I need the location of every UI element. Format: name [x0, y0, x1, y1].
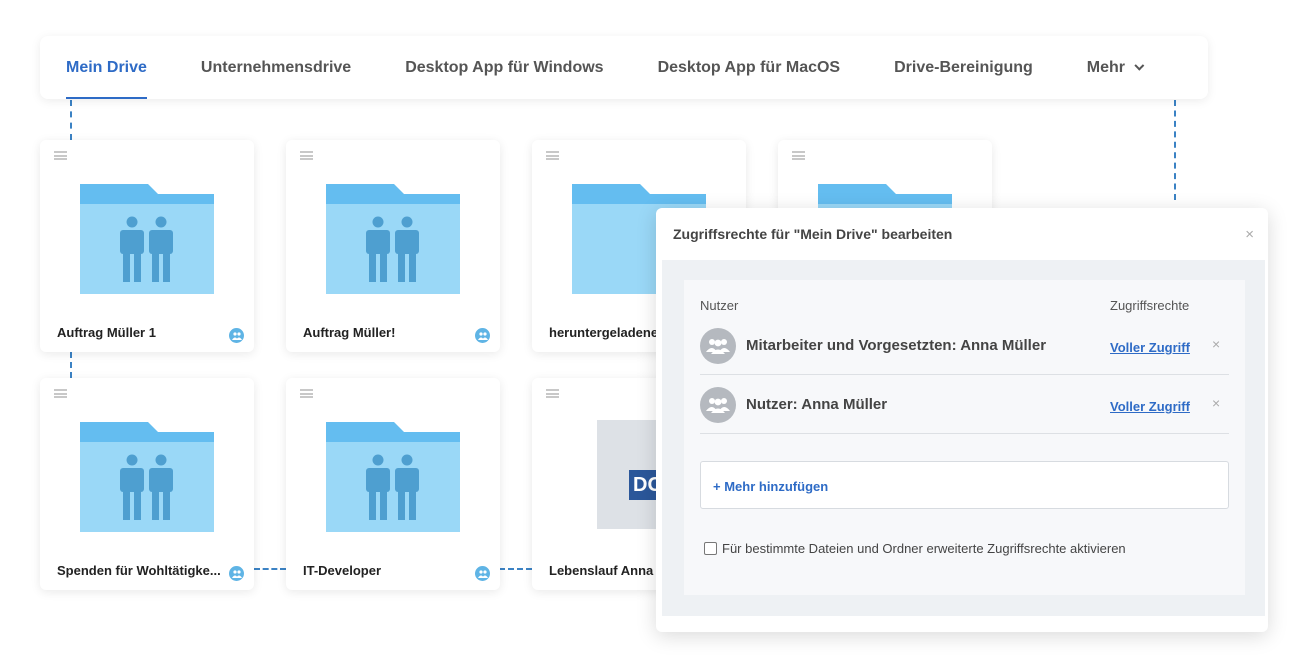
folder-card[interactable]: IT-Developer	[286, 378, 500, 590]
drag-handle-icon[interactable]	[54, 151, 67, 160]
chevron-down-icon	[1134, 60, 1145, 71]
permission-row: Nutzer: Anna Müller Voller Zugriff ×	[700, 375, 1229, 434]
tab-desktop-app-windows[interactable]: Desktop App für Windows	[405, 36, 603, 99]
dialog-body: Nutzer Zugriffsrechte Mitarbeiter und Vo…	[662, 260, 1265, 616]
drag-handle-icon[interactable]	[546, 151, 559, 160]
tab-mein-drive[interactable]: Mein Drive	[66, 36, 147, 99]
drag-handle-icon[interactable]	[792, 151, 805, 160]
remove-icon[interactable]: ×	[1212, 395, 1220, 411]
user-group-icon	[700, 328, 736, 364]
user-group-icon	[700, 387, 736, 423]
connector	[499, 568, 532, 570]
permissions-panel: Nutzer Zugriffsrechte Mitarbeiter und Vo…	[684, 280, 1245, 595]
advanced-permissions-toggle[interactable]: Für bestimmte Dateien und Ordner erweite…	[704, 541, 1126, 556]
shared-users-icon	[475, 566, 490, 581]
column-header-user: Nutzer	[700, 298, 739, 313]
tab-mehr[interactable]: Mehr	[1087, 36, 1145, 99]
folder-card[interactable]: Auftrag Müller!	[286, 140, 500, 352]
folder-card[interactable]: Spenden für Wohltätigke...	[40, 378, 254, 590]
access-level-link[interactable]: Voller Zugriff	[1110, 399, 1190, 414]
drive-stage: Mein Drive Unternehmensdrive Desktop App…	[0, 0, 1300, 660]
dialog-title: Zugriffsrechte für "Mein Drive" bearbeit…	[673, 226, 953, 242]
remove-icon[interactable]: ×	[1212, 336, 1220, 352]
folder-card[interactable]: Auftrag Müller 1	[40, 140, 254, 352]
advanced-permissions-checkbox[interactable]	[704, 542, 717, 555]
shared-folder-icon	[80, 184, 214, 294]
drag-handle-icon[interactable]	[546, 389, 559, 398]
advanced-permissions-label: Für bestimmte Dateien und Ordner erweite…	[722, 541, 1126, 556]
permission-row: Mitarbeiter und Vorgesetzten: Anna Mülle…	[700, 316, 1229, 375]
drag-handle-icon[interactable]	[54, 389, 67, 398]
shared-folder-icon	[80, 422, 214, 532]
card-label: IT-Developer	[303, 563, 382, 578]
close-icon[interactable]: ×	[1245, 226, 1254, 243]
top-nav: Mein Drive Unternehmensdrive Desktop App…	[40, 36, 1208, 99]
card-label: Auftrag Müller!	[303, 325, 396, 340]
card-label: Auftrag Müller 1	[57, 325, 156, 340]
shared-folder-icon	[326, 184, 460, 294]
shared-folder-icon	[326, 422, 460, 532]
connector	[254, 568, 286, 570]
column-header-access: Zugriffsrechte	[1110, 298, 1190, 313]
connector	[70, 100, 72, 140]
drag-handle-icon[interactable]	[300, 389, 313, 398]
tab-desktop-app-macos[interactable]: Desktop App für MacOS	[658, 36, 841, 99]
permissions-dialog: Zugriffsrechte für "Mein Drive" bearbeit…	[656, 208, 1268, 632]
add-more-label: + Mehr hinzufügen	[713, 479, 829, 494]
shared-users-icon	[229, 328, 244, 343]
add-more-button[interactable]: + Mehr hinzufügen	[700, 461, 1229, 509]
tab-unternehmensdrive[interactable]: Unternehmensdrive	[201, 36, 351, 99]
card-label: Spenden für Wohltätigke...	[57, 563, 221, 578]
shared-users-icon	[229, 566, 244, 581]
permission-user-name: Nutzer: Anna Müller	[746, 396, 888, 413]
connector	[70, 352, 72, 378]
permission-user-name: Mitarbeiter und Vorgesetzten: Anna Mülle…	[746, 337, 1047, 354]
tab-drive-bereinigung[interactable]: Drive-Bereinigung	[894, 36, 1033, 99]
connector	[1174, 100, 1176, 200]
access-level-link[interactable]: Voller Zugriff	[1110, 340, 1190, 355]
drag-handle-icon[interactable]	[300, 151, 313, 160]
shared-users-icon	[475, 328, 490, 343]
